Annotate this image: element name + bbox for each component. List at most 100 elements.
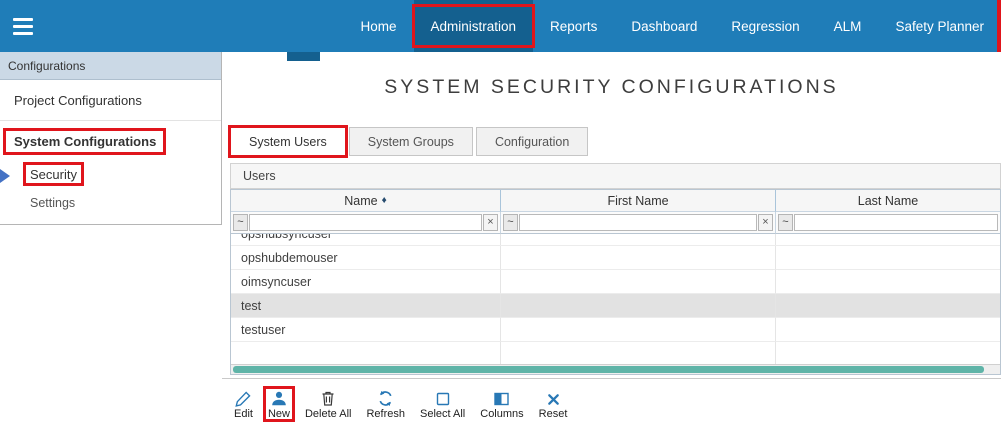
- nav-label: Home: [360, 19, 396, 34]
- cell-name: opshubdemouser: [231, 246, 501, 270]
- column-header-last-name[interactable]: Last Name: [776, 190, 1000, 212]
- nav-label: Regression: [731, 19, 799, 34]
- sidebar-item-label: Project Configurations: [14, 93, 142, 108]
- nav-item-home[interactable]: Home: [343, 0, 413, 52]
- delete-all-button[interactable]: Delete All: [305, 389, 351, 420]
- filter-operator-button[interactable]: ~: [778, 214, 793, 231]
- nav-item-safety-planner[interactable]: Safety Planner: [878, 0, 1001, 52]
- nav-label: ALM: [834, 19, 862, 34]
- main-content: SYSTEM SECURITY CONFIGURATIONS System Us…: [222, 52, 1001, 430]
- tool-label: Refresh: [366, 408, 405, 420]
- reset-x-icon: [546, 389, 561, 407]
- cell-last-name: [776, 234, 1000, 246]
- refresh-button[interactable]: Refresh: [366, 389, 405, 420]
- cell-first-name: [501, 294, 776, 318]
- cell-first-name: [501, 318, 776, 342]
- cell-name: opshubsyncuser: [231, 234, 501, 246]
- nav-item-administration[interactable]: Administration: [414, 0, 534, 52]
- table-row-selected[interactable]: test: [231, 294, 1000, 318]
- sidebar-item-security[interactable]: Security: [0, 158, 221, 188]
- tab-label: System Groups: [368, 135, 454, 149]
- column-label: First Name: [607, 194, 668, 208]
- cell-last-name: [776, 270, 1000, 294]
- sidebar-item-label: Settings: [30, 196, 75, 210]
- sidebar-item-settings[interactable]: Settings: [0, 188, 221, 218]
- tool-label: Select All: [420, 408, 465, 420]
- hamburger-menu-icon[interactable]: [0, 0, 46, 52]
- users-table: Name ♦ First Name Last Name ~ × ~ ×: [230, 189, 1001, 375]
- nav-item-regression[interactable]: Regression: [714, 0, 816, 52]
- filter-cell-last-name: ~: [776, 212, 1000, 234]
- cell-last-name: [776, 246, 1000, 270]
- columns-icon: [493, 389, 510, 407]
- filter-cell-first-name: ~ ×: [501, 212, 776, 234]
- select-all-button[interactable]: Select All: [420, 389, 465, 420]
- sidebar-item-system-configurations[interactable]: System Configurations: [0, 121, 221, 158]
- tool-label: New: [268, 408, 290, 420]
- tool-label: Delete All: [305, 408, 351, 420]
- tab-configuration[interactable]: Configuration: [476, 127, 588, 156]
- sort-icon[interactable]: ♦: [382, 195, 387, 206]
- cell-empty: [776, 342, 1000, 364]
- edit-button[interactable]: Edit: [234, 389, 253, 420]
- filter-input-name[interactable]: [249, 214, 482, 231]
- top-navbar: Home Administration Reports Dashboard Re…: [0, 0, 1001, 52]
- trash-icon: [320, 389, 336, 407]
- nav-label: Reports: [550, 19, 597, 34]
- tab-system-users[interactable]: System Users: [230, 127, 346, 156]
- user-add-icon: [270, 389, 288, 407]
- column-header-name[interactable]: Name ♦: [231, 190, 501, 212]
- cell-last-name: [776, 318, 1000, 342]
- table-row[interactable]: oimsyncuser: [231, 270, 1000, 294]
- sidebar-item-project-configurations[interactable]: Project Configurations: [0, 80, 221, 121]
- nav-label: Safety Planner: [895, 19, 984, 34]
- table-header-row: Name ♦ First Name Last Name: [231, 190, 1000, 212]
- horizontal-scrollbar[interactable]: [231, 364, 1000, 374]
- cell-name: test: [231, 294, 501, 318]
- cell-empty: [501, 342, 776, 364]
- page-title: SYSTEM SECURITY CONFIGURATIONS: [222, 76, 1001, 99]
- nav-label: Dashboard: [631, 19, 697, 34]
- cell-name: oimsyncuser: [231, 270, 501, 294]
- table-row[interactable]: opshubsyncuser: [231, 234, 1000, 246]
- cell-first-name: [501, 270, 776, 294]
- scrollbar-thumb[interactable]: [233, 366, 984, 373]
- cell-last-name: [776, 294, 1000, 318]
- sidebar-header: Configurations: [0, 52, 221, 80]
- table-filter-row: ~ × ~ × ~: [231, 212, 1000, 234]
- filter-input-first-name[interactable]: [519, 214, 757, 231]
- tab-bar: System Users System Groups Configuration: [230, 127, 588, 156]
- cell-name: testuser: [231, 318, 501, 342]
- tab-label: System Users: [249, 135, 327, 149]
- column-label: Name: [344, 194, 377, 208]
- filter-operator-button[interactable]: ~: [233, 214, 248, 231]
- tool-label: Edit: [234, 408, 253, 420]
- filter-clear-button[interactable]: ×: [483, 214, 498, 231]
- new-button[interactable]: New: [268, 389, 290, 420]
- columns-button[interactable]: Columns: [480, 389, 523, 420]
- reset-button[interactable]: Reset: [539, 389, 568, 420]
- refresh-icon: [377, 389, 394, 407]
- filter-operator-button[interactable]: ~: [503, 214, 518, 231]
- cell-first-name: [501, 234, 776, 246]
- filter-cell-name: ~ ×: [231, 212, 501, 234]
- select-all-checkbox-icon: [435, 389, 451, 407]
- table-empty-row: [231, 342, 1000, 364]
- users-panel-header: Users: [230, 163, 1001, 189]
- column-label: Last Name: [858, 194, 918, 208]
- pencil-icon: [235, 389, 252, 407]
- table-row[interactable]: opshubdemouser: [231, 246, 1000, 270]
- tab-system-groups[interactable]: System Groups: [349, 127, 473, 156]
- tool-label: Reset: [539, 408, 568, 420]
- nav-item-alm[interactable]: ALM: [817, 0, 879, 52]
- filter-clear-button[interactable]: ×: [758, 214, 773, 231]
- table-row[interactable]: testuser: [231, 318, 1000, 342]
- selected-item-triangle-icon: [0, 169, 10, 183]
- tool-label: Columns: [480, 408, 523, 420]
- column-header-first-name[interactable]: First Name: [501, 190, 776, 212]
- sidebar-menu: Configurations Project Configurations Sy…: [0, 52, 222, 225]
- sidebar-item-label: Security: [30, 167, 77, 182]
- nav-item-dashboard[interactable]: Dashboard: [614, 0, 714, 52]
- nav-item-reports[interactable]: Reports: [533, 0, 614, 52]
- filter-input-last-name[interactable]: [794, 214, 998, 231]
